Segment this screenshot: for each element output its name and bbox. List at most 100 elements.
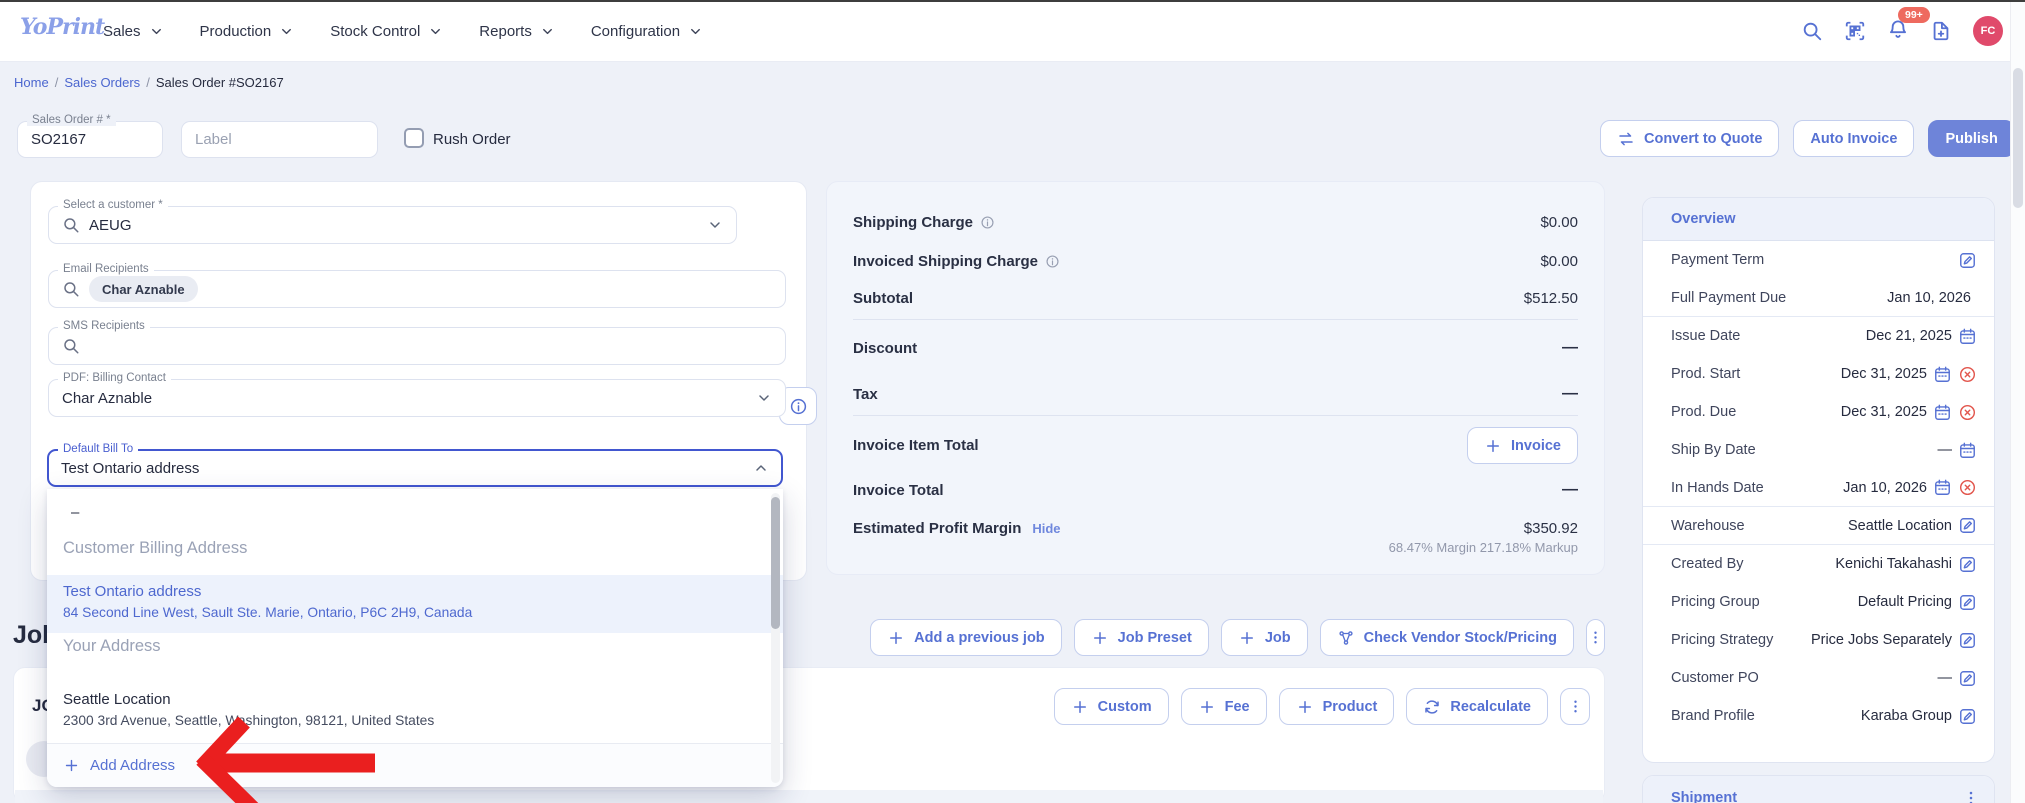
customer-value: AEUG bbox=[89, 217, 132, 234]
new-document-icon[interactable] bbox=[1930, 20, 1952, 42]
invoiced-shipping-value: $0.00 bbox=[1540, 253, 1578, 270]
job-more-menu-button[interactable] bbox=[1560, 688, 1590, 725]
calendar-icon[interactable] bbox=[1958, 327, 1977, 346]
overview-row: Pricing Strategy Price Jobs Separately bbox=[1643, 621, 1994, 659]
dropdown-scrollbar-thumb[interactable] bbox=[771, 497, 780, 629]
chevron-down-icon bbox=[149, 24, 164, 39]
default-bill-to-label: Default Bill To bbox=[58, 443, 138, 455]
kebab-icon[interactable] bbox=[1962, 789, 1980, 803]
qr-scan-icon[interactable] bbox=[1844, 20, 1866, 42]
calendar-icon[interactable] bbox=[1933, 478, 1952, 497]
calendar-icon[interactable] bbox=[1933, 403, 1952, 422]
calendar-icon[interactable] bbox=[1958, 441, 1977, 460]
overview-row: In Hands Date Jan 10, 2026 bbox=[1643, 469, 1994, 507]
overview-header: Overview bbox=[1643, 198, 1994, 241]
clear-icon[interactable] bbox=[1958, 478, 1977, 497]
topbar: YoPrint Sales Production Stock Control R… bbox=[0, 0, 2025, 62]
label-field[interactable] bbox=[181, 121, 378, 158]
swap-icon bbox=[1617, 130, 1635, 148]
rush-order-checkbox[interactable] bbox=[404, 128, 424, 148]
shipping-charge-value: $0.00 bbox=[1540, 214, 1578, 231]
info-icon[interactable] bbox=[980, 215, 995, 230]
edit-icon[interactable] bbox=[1958, 707, 1977, 726]
overview-row-value: Default Pricing bbox=[1858, 594, 1952, 610]
menu-stock-control[interactable]: Stock Control bbox=[330, 23, 443, 40]
job-button[interactable]: Job bbox=[1221, 619, 1308, 656]
recalculate-button[interactable]: Recalculate bbox=[1406, 688, 1548, 725]
overview-row-value: Karaba Group bbox=[1861, 708, 1952, 724]
menu-reports[interactable]: Reports bbox=[479, 23, 555, 40]
edit-icon[interactable] bbox=[1958, 631, 1977, 650]
overview-row-value: Price Jobs Separately bbox=[1811, 632, 1952, 648]
publish-button[interactable]: Publish bbox=[1928, 120, 2014, 157]
menu-configuration[interactable]: Configuration bbox=[591, 23, 703, 40]
convert-to-quote-button[interactable]: Convert to Quote bbox=[1600, 120, 1779, 157]
chevron-down-icon[interactable] bbox=[707, 217, 723, 233]
chevron-down-icon bbox=[279, 24, 294, 39]
edit-icon[interactable] bbox=[1958, 516, 1977, 535]
order-summary-panel: Shipping Charge $0.00 Invoiced Shipping … bbox=[826, 181, 1605, 575]
rush-order-label: Rush Order bbox=[433, 131, 511, 148]
clear-icon[interactable] bbox=[1958, 403, 1977, 422]
invoice-item-total-row: Invoice Item Total Invoice bbox=[853, 427, 1578, 464]
address-option-seattle-location[interactable]: Seattle Location 2300 3rd Avenue, Seattl… bbox=[47, 683, 783, 741]
breadcrumb: Home / Sales Orders / Sales Order #SO216… bbox=[14, 75, 284, 90]
hide-link[interactable]: Hide bbox=[1032, 521, 1060, 536]
edit-icon[interactable] bbox=[1958, 669, 1977, 688]
default-bill-to-select[interactable]: Default Bill To Test Ontario address bbox=[47, 449, 783, 487]
chevron-up-icon[interactable] bbox=[753, 460, 769, 476]
custom-button[interactable]: Custom bbox=[1054, 688, 1169, 725]
jobs-more-menu-button[interactable] bbox=[1586, 619, 1605, 656]
menu-production[interactable]: Production bbox=[200, 23, 295, 40]
calendar-icon[interactable] bbox=[1933, 365, 1952, 384]
user-avatar[interactable]: FC bbox=[1973, 16, 2003, 46]
subtotal-value: $512.50 bbox=[1524, 290, 1578, 307]
page-scrollbar-thumb[interactable] bbox=[2013, 68, 2023, 208]
auto-invoice-button[interactable]: Auto Invoice bbox=[1793, 120, 1914, 157]
search-icon bbox=[62, 280, 80, 298]
plus-icon bbox=[1071, 698, 1089, 716]
customer-select-label: Select a customer * bbox=[58, 199, 168, 211]
email-recipient-chip[interactable]: Char Aznable bbox=[89, 276, 198, 302]
notifications[interactable]: 99+ bbox=[1887, 18, 1909, 45]
overview-row: Created By Kenichi Takahashi bbox=[1643, 545, 1994, 583]
add-address-button[interactable]: Add Address bbox=[47, 743, 783, 787]
overview-row-value: Dec 31, 2025 bbox=[1841, 404, 1927, 420]
info-icon[interactable] bbox=[1045, 254, 1060, 269]
add-a-previous-job-button[interactable]: Add a previous job bbox=[870, 619, 1062, 656]
check-vendor-stock-pricing-button[interactable]: Check Vendor Stock/Pricing bbox=[1320, 619, 1574, 656]
yoprint-logo[interactable]: YoPrint bbox=[20, 14, 104, 40]
kebab-icon bbox=[1587, 629, 1604, 646]
job-preset-button[interactable]: Job Preset bbox=[1074, 619, 1209, 656]
clear-icon[interactable] bbox=[1958, 365, 1977, 384]
address-option-test-ontario[interactable]: Test Ontario address 84 Second Line West… bbox=[47, 575, 783, 633]
edit-icon[interactable] bbox=[1958, 251, 1977, 270]
breadcrumb-sales-orders[interactable]: Sales Orders bbox=[64, 75, 140, 90]
menu-sales[interactable]: Sales bbox=[103, 23, 164, 40]
customer-select[interactable]: Select a customer * AEUG bbox=[48, 206, 737, 244]
edit-icon[interactable] bbox=[1958, 593, 1977, 612]
info-icon bbox=[789, 397, 808, 416]
add-invoice-button[interactable]: Invoice bbox=[1467, 427, 1578, 464]
sales-order-number-field[interactable]: Sales Order # * bbox=[17, 121, 163, 158]
shipping-charge-row: Shipping Charge $0.00 bbox=[853, 209, 1578, 235]
product-button[interactable]: Product bbox=[1279, 688, 1395, 725]
email-recipients-field[interactable]: Email Recipients Char Aznable bbox=[48, 270, 786, 308]
edit-icon[interactable] bbox=[1958, 555, 1977, 574]
sms-recipients-field[interactable]: SMS Recipients bbox=[48, 327, 786, 365]
sales-order-number-input[interactable] bbox=[31, 131, 149, 148]
job-section-strip bbox=[15, 790, 1603, 803]
empty-address-option[interactable]: – bbox=[47, 497, 783, 527]
chevron-down-icon[interactable] bbox=[756, 390, 772, 406]
plus-icon bbox=[1091, 629, 1109, 647]
search-icon[interactable] bbox=[1801, 20, 1823, 42]
job-toolbar: Custom Fee Product Recalculate bbox=[1054, 688, 1590, 725]
overview-row: Payment Term bbox=[1643, 241, 1994, 279]
breadcrumb-home[interactable]: Home bbox=[14, 75, 49, 90]
pdf-billing-contact-select[interactable]: PDF: Billing Contact Char Aznable bbox=[48, 379, 786, 417]
fee-button[interactable]: Fee bbox=[1181, 688, 1267, 725]
label-input[interactable] bbox=[195, 131, 364, 148]
divider bbox=[853, 319, 1578, 320]
plus-icon bbox=[887, 629, 905, 647]
page-scrollbar[interactable] bbox=[2010, 0, 2025, 803]
